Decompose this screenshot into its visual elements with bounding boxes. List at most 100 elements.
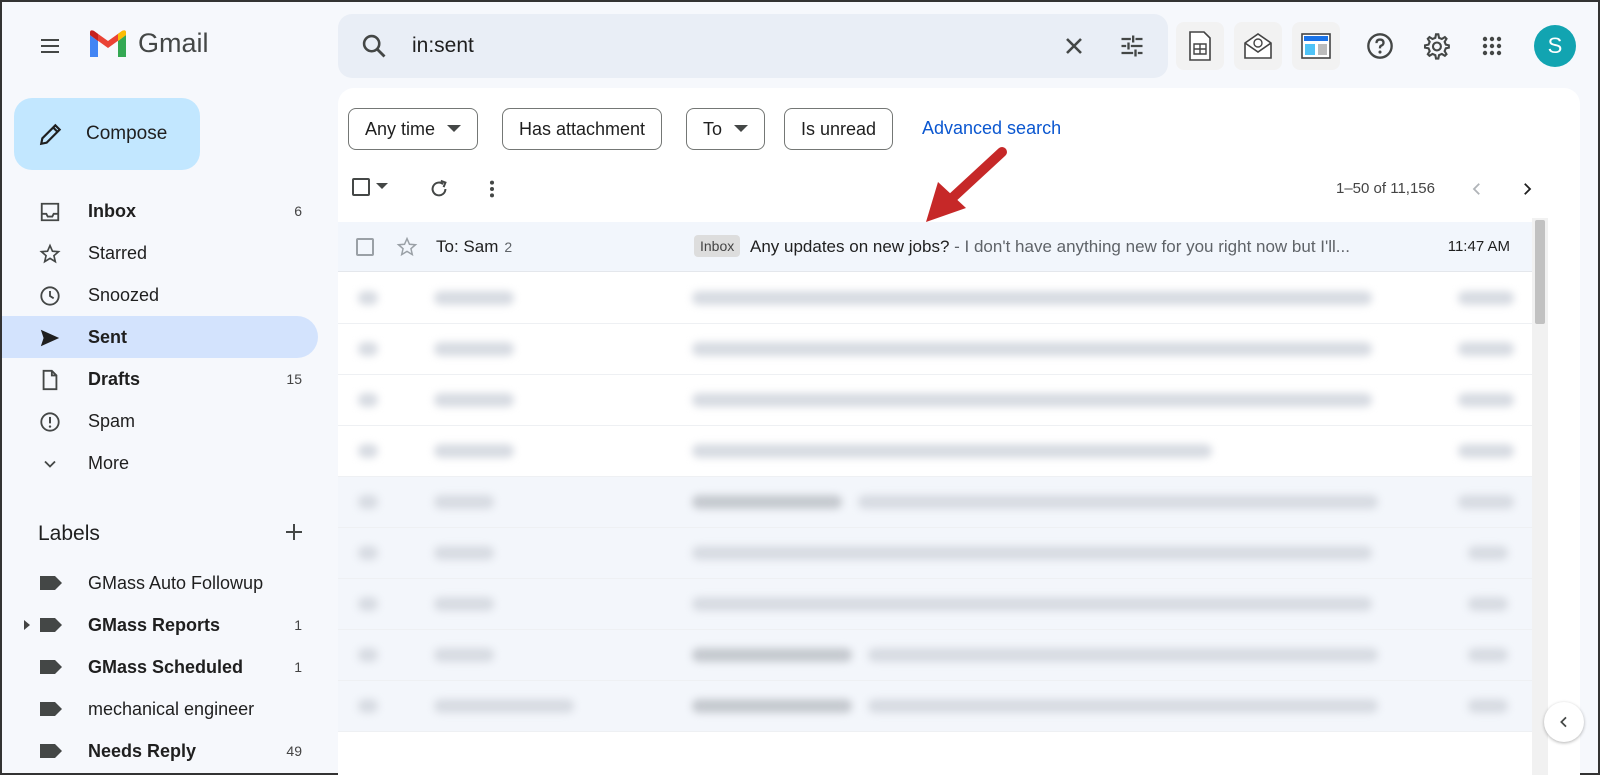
sidebar-item-label: Snoozed	[88, 284, 160, 305]
expand-triangle-icon[interactable]	[24, 620, 30, 630]
sidebar-item-label: Inbox	[88, 200, 136, 221]
clock-icon	[38, 284, 62, 308]
search-bar[interactable]: in:sent	[338, 14, 1168, 78]
email-time: 11:47 AM	[1447, 238, 1510, 255]
scrollbar[interactable]	[1532, 218, 1548, 775]
search-icon[interactable]	[360, 32, 388, 60]
filter-any-time[interactable]: Any time	[348, 108, 479, 150]
sidebar-item-snoozed[interactable]: Snoozed	[2, 274, 318, 316]
next-page-icon[interactable]	[1518, 180, 1536, 198]
sidebar-item-starred[interactable]: Starred	[2, 232, 318, 274]
label-tag-icon	[40, 618, 62, 632]
email-recipient: To: Sam 2	[436, 237, 513, 256]
sidebar-item-inbox[interactable]: Inbox 6	[2, 190, 318, 232]
sidebar-item-more[interactable]: More	[2, 442, 318, 484]
label-tag-icon	[40, 660, 62, 674]
label-item[interactable]: mechanical engineer	[2, 688, 318, 730]
label-name: mechanical engineer	[88, 698, 255, 719]
label-item[interactable]: GMass Auto Followup	[2, 562, 318, 604]
app-name: Gmail	[138, 28, 209, 58]
label-item[interactable]: GMass Scheduled 1	[2, 646, 318, 688]
blurred-email-row[interactable]	[338, 681, 1538, 732]
top-bar: Gmail in:sent S	[2, 2, 1600, 90]
search-input[interactable]: in:sent	[412, 34, 474, 58]
chevron-down-icon	[376, 183, 388, 189]
label-item[interactable]: Needs Reply 49	[2, 730, 318, 772]
email-subject: Any updates on new jobs? - I don't have …	[750, 237, 1350, 256]
inbox-badge: Inbox	[694, 235, 741, 257]
sidebar-item-label: Starred	[88, 242, 148, 263]
blurred-email-row[interactable]	[338, 630, 1538, 681]
spreadsheet-icon	[1189, 31, 1211, 61]
draft-icon	[38, 368, 62, 392]
inbox-icon	[38, 200, 62, 224]
draft-count: 15	[286, 371, 302, 387]
hamburger-icon	[41, 39, 59, 53]
email-row[interactable]: To: Sam 2 Inbox Any updates on new jobs? …	[338, 222, 1538, 272]
account-avatar[interactable]: S	[1534, 25, 1576, 67]
label-name: GMass Auto Followup	[88, 572, 264, 593]
filter-label: Has attachment	[519, 118, 646, 139]
sidebar-item-label: Drafts	[88, 368, 141, 389]
main-menu-button[interactable]	[30, 26, 70, 66]
blurred-email-row[interactable]	[338, 477, 1538, 528]
checkbox-icon	[352, 178, 370, 196]
dashboard-icon	[1301, 33, 1331, 59]
clear-search-icon[interactable]	[1060, 32, 1088, 60]
dashboard-addon-button[interactable]	[1292, 22, 1340, 70]
label-count: 1	[294, 617, 302, 633]
filter-has-attachment[interactable]: Has attachment	[502, 108, 663, 150]
filter-label: To	[703, 118, 723, 139]
label-name: GMass Scheduled	[88, 656, 244, 677]
label-tag-icon	[40, 702, 62, 716]
blurred-email-row[interactable]	[338, 528, 1538, 579]
search-options-icon[interactable]	[1118, 32, 1146, 60]
chevron-left-icon	[1560, 716, 1567, 728]
label-tag-icon	[40, 744, 62, 758]
gmass-addon-button[interactable]	[1234, 22, 1282, 70]
scrollbar-thumb[interactable]	[1535, 220, 1545, 324]
blurred-email-row[interactable]	[338, 273, 1538, 324]
row-checkbox[interactable]	[356, 238, 374, 256]
side-panel-toggle[interactable]	[1544, 702, 1584, 742]
sheets-addon-button[interactable]	[1176, 22, 1224, 70]
thread-count: 2	[504, 239, 513, 255]
sidebar-item-spam[interactable]: Spam	[2, 400, 318, 442]
add-label-icon[interactable]	[282, 520, 306, 544]
blurred-email-row[interactable]	[338, 375, 1538, 426]
filter-to[interactable]: To	[686, 108, 766, 150]
select-all-checkbox[interactable]	[352, 178, 388, 196]
gmail-logo[interactable]: Gmail	[88, 28, 209, 59]
labels-list: GMass Auto Followup GMass Reports 1 GMas…	[2, 562, 318, 772]
refresh-icon[interactable]	[428, 178, 450, 200]
filter-is-unread[interactable]: Is unread	[784, 108, 894, 150]
gear-icon	[1423, 33, 1450, 60]
sidebar-item-label: More	[88, 452, 130, 473]
blurred-email-row[interactable]	[338, 426, 1538, 477]
label-item[interactable]: GMass Reports 1	[2, 604, 318, 646]
email-snippet: - I don't have anything new for you righ…	[949, 237, 1350, 256]
blurred-email-row[interactable]	[338, 579, 1538, 630]
dropdown-arrow-icon	[734, 125, 749, 132]
help-icon	[1367, 33, 1393, 59]
apps-grid-icon	[1482, 36, 1502, 56]
unread-count: 6	[294, 203, 302, 219]
more-vert-icon[interactable]	[482, 178, 502, 200]
sidebar-item-label: Spam	[88, 410, 136, 431]
chevron-down-icon	[38, 452, 62, 476]
blurred-email-row[interactable]	[338, 324, 1538, 375]
send-icon	[38, 326, 62, 350]
label-count: 1	[294, 659, 302, 675]
compose-button[interactable]: Compose	[14, 98, 200, 170]
label-name: Needs Reply	[88, 740, 197, 761]
sidebar-item-sent[interactable]: Sent	[2, 316, 318, 358]
prev-page-icon[interactable]	[1468, 180, 1486, 198]
sidebar-item-drafts[interactable]: Drafts 15	[2, 358, 318, 400]
help-button[interactable]	[1356, 22, 1404, 70]
star-icon[interactable]	[396, 236, 418, 258]
advanced-search-link[interactable]: Advanced search	[922, 118, 1061, 139]
gmail-m-icon	[90, 29, 126, 57]
filter-label: Is unread	[801, 118, 877, 139]
apps-launcher-button[interactable]	[1468, 22, 1516, 70]
settings-button[interactable]	[1412, 22, 1460, 70]
